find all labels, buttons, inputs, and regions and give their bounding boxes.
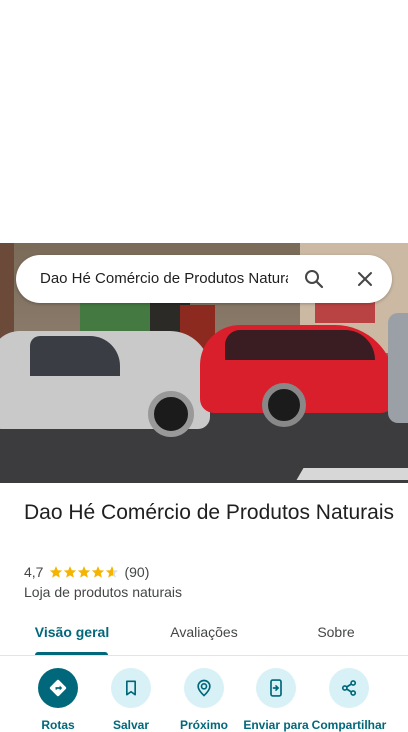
nearby-circle [184, 668, 224, 708]
place-category: Loja de produtos naturais [24, 584, 182, 600]
share-icon [341, 680, 357, 696]
star-icon [92, 566, 105, 578]
share-circle [329, 668, 369, 708]
tab-about[interactable]: Sobre [300, 612, 372, 652]
nearby-button[interactable]: Próximo [164, 668, 244, 732]
photo-car-window [30, 336, 120, 376]
save-label: Salvar [112, 718, 150, 732]
tab-overview[interactable]: Visão geral [30, 612, 114, 652]
search-input[interactable]: Dao Hé Comércio de Produtos Naturais [40, 255, 288, 303]
send-to-phone-icon [270, 679, 282, 697]
place-title: Dao Hé Comércio de Produtos Naturais [24, 501, 395, 524]
photo-car-wheel [148, 391, 194, 437]
tab-bar: Visão geral Avaliações Sobre [0, 612, 408, 656]
directions-icon [49, 679, 67, 697]
send-to-phone-label: Enviar para [243, 718, 309, 732]
save-circle [111, 668, 151, 708]
reviews-count: (90) [124, 564, 150, 580]
send-to-phone-button[interactable]: Enviar para [236, 668, 316, 732]
photo-car-wheel [262, 383, 306, 427]
directions-circle [38, 668, 78, 708]
search-icon[interactable] [302, 267, 326, 291]
directions-label: Rotas [41, 718, 75, 732]
star-half-icon [106, 566, 119, 578]
photo-car-window [225, 330, 375, 360]
photo-road-mark [296, 468, 408, 480]
star-icon [64, 566, 77, 578]
send-circle [256, 668, 296, 708]
save-button[interactable]: Salvar [91, 668, 171, 732]
rating-value: 4,7 [24, 564, 44, 580]
rating-row[interactable]: 4,7 (90) [24, 563, 149, 581]
nearby-icon [197, 679, 211, 697]
share-label: Compartilhar [311, 718, 387, 732]
share-button[interactable]: Compartilhar [309, 668, 389, 732]
divider [0, 655, 408, 656]
star-icon [50, 566, 63, 578]
nearby-label: Próximo [179, 718, 228, 732]
photo-car-partial [388, 313, 408, 423]
tab-reviews[interactable]: Avaliações [160, 612, 248, 652]
action-bar: Rotas Salvar Próximo Enviar para Compart… [0, 668, 408, 732]
bookmark-icon [126, 680, 136, 696]
star-icon [78, 566, 91, 578]
search-bar[interactable]: Dao Hé Comércio de Produtos Naturais [16, 255, 392, 303]
close-icon[interactable] [353, 267, 377, 291]
rating-stars [49, 565, 119, 579]
directions-button[interactable]: Rotas [18, 668, 98, 732]
